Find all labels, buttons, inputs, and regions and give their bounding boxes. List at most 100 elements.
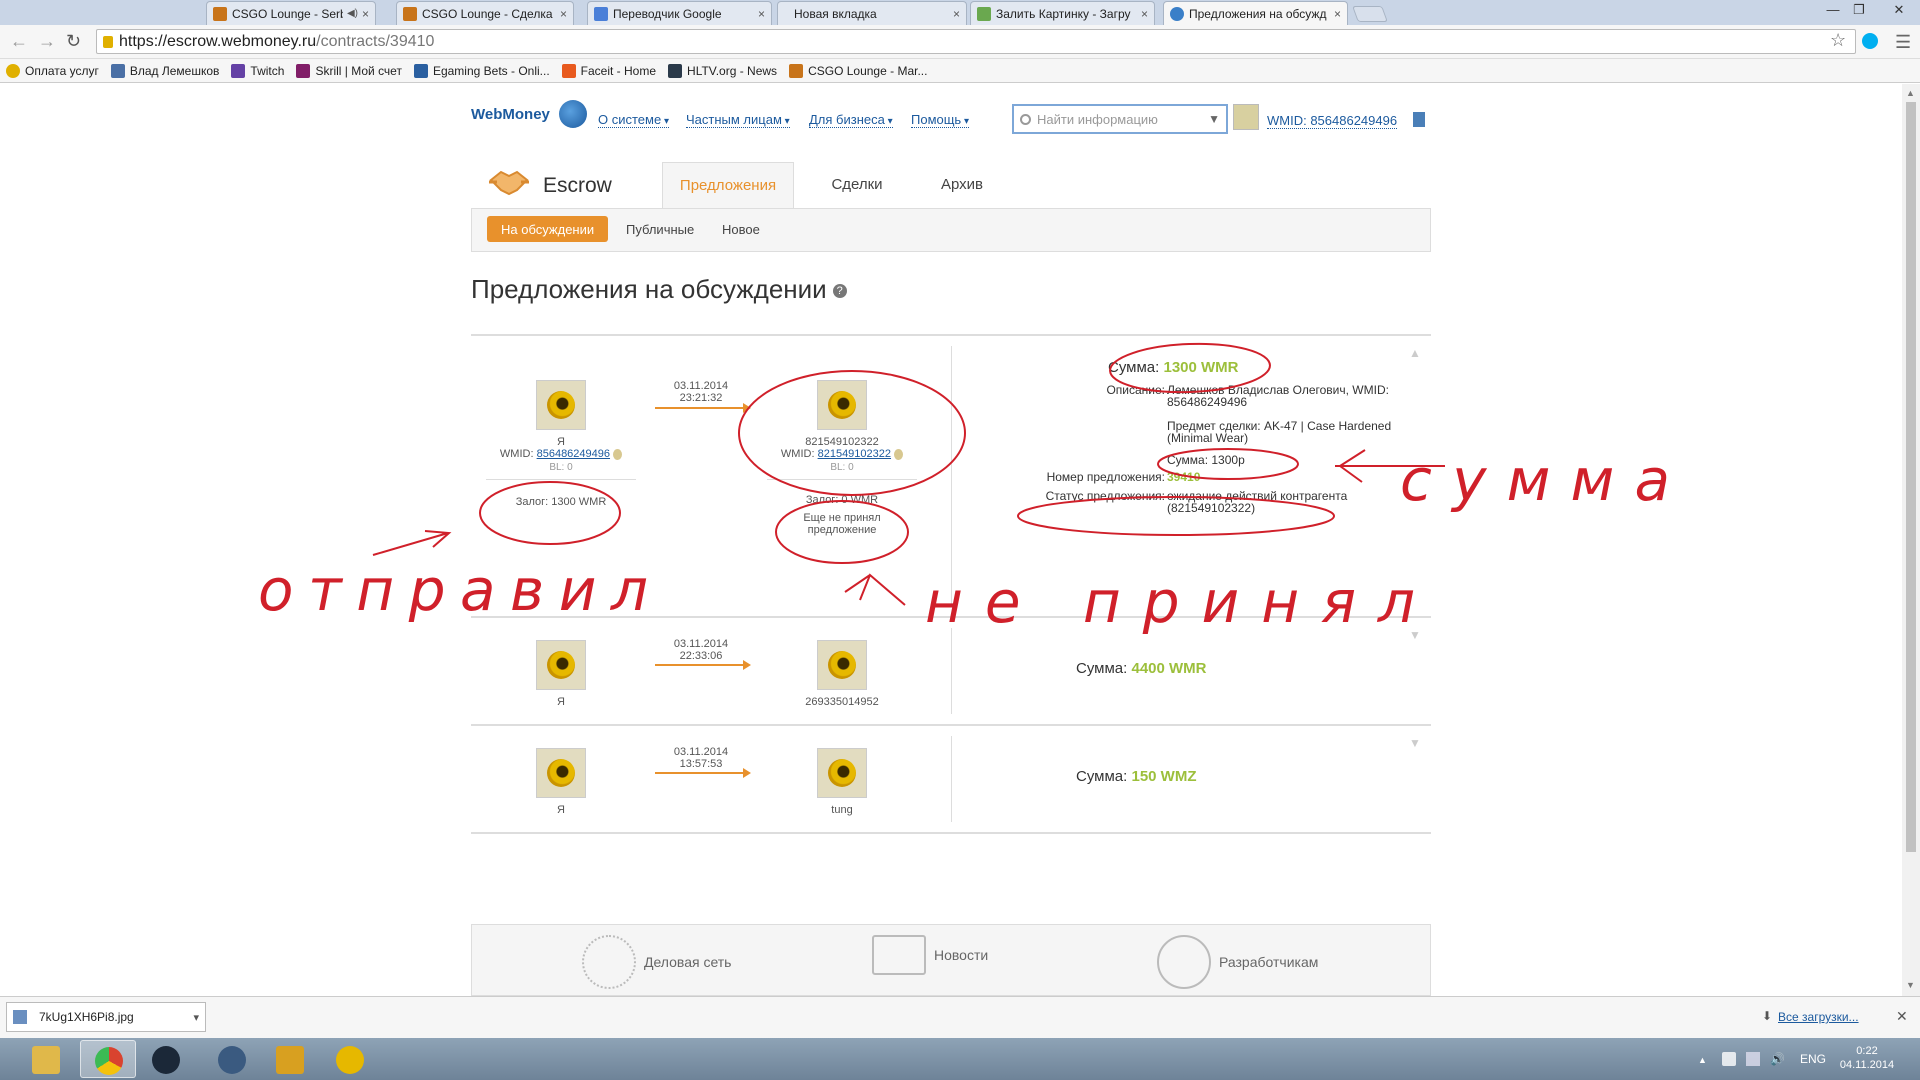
taskbar-steam[interactable] <box>138 1040 194 1078</box>
skype-extension-icon[interactable] <box>1862 33 1878 49</box>
taskbar-csgo[interactable] <box>262 1040 318 1078</box>
chrome-menu-icon[interactable]: ☰ <box>1895 32 1911 53</box>
tab-webmoney-offers[interactable]: Предложения на обсужд × <box>1163 1 1348 25</box>
tab-csgo-lounge-serbia[interactable]: CSGO Lounge - Serbia ◀) × <box>206 1 376 25</box>
upload-image-favicon-icon <box>977 6 991 21</box>
tab-deals[interactable]: Сделки <box>817 162 897 208</box>
address-bar[interactable]: https://escrow.webmoney.ru /contracts/39… <box>96 29 1856 54</box>
deal-row[interactable]: ▼ Я 03.11.2014 13:57:53 tung Сумма: 150 … <box>471 726 1431 834</box>
tab-upload-image[interactable]: Залить Картинку - Загру × <box>970 1 1155 25</box>
reload-button[interactable]: ↻ <box>66 31 81 52</box>
taskbar-teamspeak[interactable] <box>204 1040 260 1078</box>
taskbar-chrome[interactable] <box>80 1040 136 1078</box>
description-label: Описание: <box>1106 383 1165 397</box>
chrome-icon <box>95 1047 123 1075</box>
folder-icon <box>32 1046 60 1074</box>
menu-business[interactable]: Для бизнеса <box>809 112 893 128</box>
bookmark-hltv[interactable]: HLTV.org - News <box>668 63 777 78</box>
maximize-button[interactable]: ❐ <box>1846 2 1872 18</box>
volume-icon[interactable]: 🔊 <box>1770 1052 1785 1066</box>
minimize-button[interactable]: — <box>1820 2 1846 17</box>
menu-individuals[interactable]: Частным лицам <box>686 112 790 128</box>
back-button[interactable]: ← <box>10 31 28 52</box>
wmid-link[interactable]: 856486249496 <box>537 448 610 460</box>
deal-row[interactable]: ▼ Я 03.11.2014 22:33:06 269335014952 Сум… <box>471 618 1431 726</box>
expand-arrow-icon[interactable]: ▼ <box>1409 736 1421 750</box>
help-icon[interactable]: ? <box>832 284 847 299</box>
deal-row-expanded[interactable]: ▲ Я WMID: 856486249496 BL: 0 Залог: 1300… <box>471 336 1431 618</box>
tab-close-icon[interactable]: × <box>560 7 567 21</box>
bookmark-vk[interactable]: Влад Лемешков <box>110 63 219 78</box>
tab-close-icon[interactable]: × <box>758 7 765 21</box>
windows-taskbar: ▲ 🔊 ENG 0:22 04.11.2014 <box>0 1038 1920 1080</box>
tab-new-tab[interactable]: Новая вкладка × <box>777 1 967 25</box>
bookmark-egaming[interactable]: Egaming Bets - Onli... <box>413 63 550 78</box>
close-downloads-button[interactable]: ✕ <box>1896 1008 1908 1025</box>
bookmark-label: Оплата услуг <box>25 63 99 78</box>
bookmark-payment[interactable]: Оплата услуг <box>6 63 99 78</box>
downloads-bar: 7kUg1XH6Pi8.jpg ▾ ⬇ Все загрузки... ✕ <box>0 996 1920 1038</box>
tab-csgo-lounge-deal[interactable]: CSGO Lounge - Сделка за × <box>396 1 574 25</box>
business-network-icon <box>582 935 636 989</box>
bookmark-faceit[interactable]: Faceit - Home <box>561 63 656 78</box>
party-name: tung <box>831 804 853 816</box>
handshake-icon <box>489 170 529 196</box>
new-tab-button[interactable] <box>1352 6 1388 22</box>
bookmark-csgo-lounge[interactable]: CSGO Lounge - Mar... <box>789 63 927 78</box>
footer-business-network[interactable]: Деловая сеть <box>582 935 731 989</box>
forward-button[interactable]: → <box>38 31 56 52</box>
deal-sum: Сумма: 150 WMZ <box>1076 768 1197 785</box>
chevron-down-icon[interactable]: ▼ <box>1208 112 1220 126</box>
exit-icon[interactable] <box>1413 112 1425 127</box>
download-item[interactable]: 7kUg1XH6Pi8.jpg ▾ <box>6 1002 206 1032</box>
tab-google-translate[interactable]: Переводчик Google × <box>587 1 772 25</box>
column-divider <box>951 628 952 714</box>
subtab-new[interactable]: Новое <box>708 216 774 242</box>
webmoney-header: WebMoney О системе Частным лицам Для биз… <box>471 96 1431 134</box>
tab-close-icon[interactable]: × <box>1334 7 1341 21</box>
offer-number-label: Номер предложения: <box>1046 470 1165 484</box>
bookmarks-bar: Оплата услуг Влад Лемешков Twitch Skrill… <box>0 59 1920 83</box>
bookmark-label: Egaming Bets - Onli... <box>432 63 550 78</box>
language-indicator[interactable]: ENG <box>1800 1052 1826 1066</box>
network-icon[interactable] <box>1746 1052 1760 1066</box>
scrollbar-thumb[interactable] <box>1906 102 1916 852</box>
business-level: BL: 0 <box>549 462 573 473</box>
tab-close-icon[interactable]: × <box>953 7 960 21</box>
menu-about[interactable]: О системе <box>598 112 670 128</box>
action-center-icon[interactable] <box>1722 1052 1736 1066</box>
taskbar-explorer[interactable] <box>18 1040 74 1078</box>
close-window-button[interactable]: ✕ <box>1886 2 1912 18</box>
wmid-link[interactable]: 821549102322 <box>818 448 891 460</box>
tab-close-icon[interactable]: × <box>1141 7 1148 21</box>
download-menu-chevron-icon[interactable]: ▾ <box>193 1011 199 1024</box>
bookmark-twitch[interactable]: Twitch <box>231 63 284 78</box>
taskbar-webmoney[interactable] <box>322 1040 378 1078</box>
scroll-down-icon[interactable]: ▼ <box>1906 980 1915 990</box>
expand-arrow-icon[interactable]: ▼ <box>1409 628 1421 642</box>
bookmark-skrill[interactable]: Skrill | Мой счет <box>296 63 402 78</box>
tab-archive[interactable]: Архив <box>927 162 997 208</box>
arrow-right-icon <box>655 660 751 670</box>
scroll-up-icon[interactable]: ▲ <box>1906 88 1915 98</box>
footer-developers[interactable]: Разработчикам <box>1157 935 1318 989</box>
tab-close-icon[interactable]: × <box>362 7 369 21</box>
tab-title: CSGO Lounge - Сделка за <box>422 6 556 21</box>
subtab-public[interactable]: Публичные <box>612 216 708 242</box>
search-input[interactable]: Найти информацию ▼ <box>1012 104 1228 134</box>
menu-help[interactable]: Помощь <box>911 112 970 128</box>
bookmark-star-icon[interactable]: ☆ <box>1830 30 1846 51</box>
audio-icon: ◀) <box>346 8 358 19</box>
webmoney-logo[interactable]: WebMoney <box>471 106 550 123</box>
url-host: https://escrow.webmoney.ru <box>119 32 317 50</box>
all-downloads-link[interactable]: Все загрузки... <box>1778 1010 1859 1024</box>
wmid-link[interactable]: WMID: 856486249496 <box>1267 113 1398 129</box>
tab-offers[interactable]: Предложения <box>662 162 794 208</box>
page-scrollbar[interactable]: ▲ ▼ <box>1902 84 1920 996</box>
system-clock[interactable]: 0:22 04.11.2014 <box>1835 1044 1899 1073</box>
show-hidden-icons-button[interactable]: ▲ <box>1698 1055 1707 1065</box>
user-avatar[interactable] <box>1233 104 1259 130</box>
sum-label: Сумма: <box>1076 768 1128 785</box>
footer-news[interactable]: Новости <box>872 935 988 975</box>
subtab-in-discussion[interactable]: На обсуждении <box>487 216 609 242</box>
